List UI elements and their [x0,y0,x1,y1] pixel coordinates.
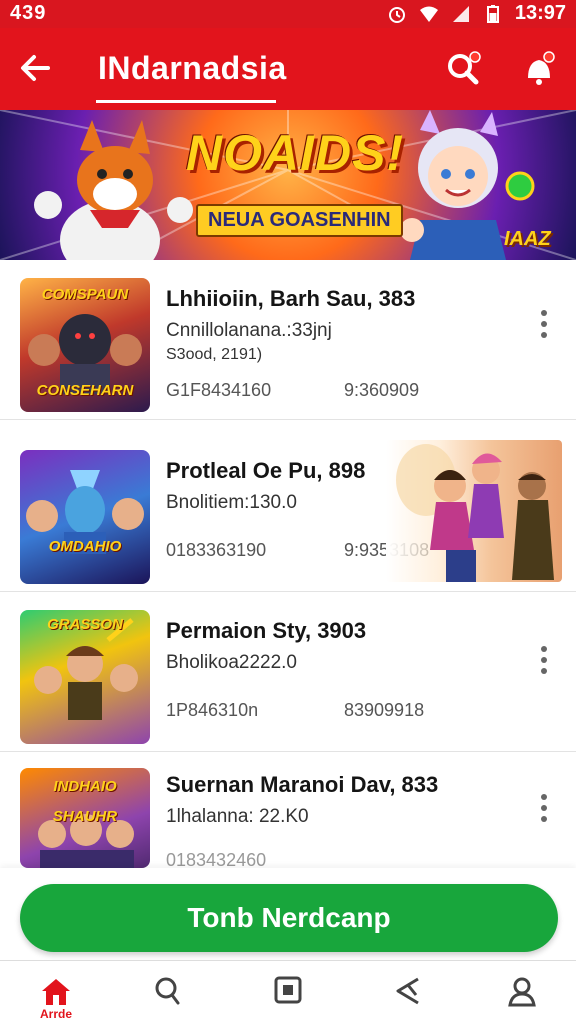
banner-subline: NEUA GOASENHIN [196,204,403,237]
game-title: Permaion Sty, 3903 [166,618,367,643]
thumbnail-title-bottom: SHAUHR [52,808,118,825]
banner-corner-tag: IAAZ [504,228,551,250]
banner-headline: NOAIDS! [186,125,405,181]
game-thumbnail: GRASSON [20,610,150,744]
back-arrow-icon[interactable] [16,48,56,88]
game-subtitle-secondary: S3ood, 2191) [166,346,263,363]
search-icon [155,977,180,1005]
game-title: Protleal Oe Pu, 898 [166,458,366,483]
status-left-text: 439 [10,2,47,24]
status-bar: 439 13:97 [0,0,576,28]
game-thumbnail: COMSPAUN CONSEHARN [20,278,150,412]
game-thumbnail: OMDAHIO [20,450,150,584]
game-subtitle: Bholikoa2222.0 [166,652,297,673]
search-icon[interactable] [442,48,484,90]
list-item[interactable]: INDHAIO SHAUHR Suernan Maranoi Dav, 833 … [0,752,576,868]
nav-home[interactable]: Arrde [16,961,96,1024]
game-meta-right: 83909918 [344,700,425,720]
more-options-icon[interactable] [532,642,556,678]
signal-icon [452,5,469,22]
home-icon [42,979,70,1005]
fox-character [34,120,193,260]
more-options-icon[interactable] [532,306,556,342]
nav-library[interactable] [248,961,328,1024]
thumbnail-title-bottom: CONSEHARN [36,382,134,399]
featured-characters-art [396,444,554,582]
game-subtitle: Cnnillolanana.:33jnj [166,320,332,341]
thumbnail-title-top: COMSPAUN [41,286,129,303]
thumbnail-title-bottom: OMDAHIO [48,538,122,555]
list-item[interactable]: GRASSON Permaion Sty, 3903 Bholikoa2222.… [0,592,576,752]
game-subtitle: Bnolitiem:130.0 [166,492,297,513]
notification-bell-icon[interactable] [518,48,560,90]
promo-banner[interactable]: NOAIDS! NEUA GOASENHIN IAAZ [0,110,576,260]
game-meta-left: 1P846310n [166,700,259,720]
wifi-icon [419,6,438,22]
featured-characters-image [386,440,562,582]
status-clock: 13:97 [514,2,566,24]
more-options-icon[interactable] [532,790,556,826]
game-meta-left: 0183432460 [166,850,267,868]
thumbnail-art [26,470,144,554]
battery-icon [486,4,499,23]
status-icons: 13:97 [387,2,566,25]
app-bar: INdarnadsia [0,28,576,110]
game-meta-right: 9:360909 [344,380,420,400]
game-meta-left: 0183363190 [166,540,267,560]
bottom-navigation: Arrde [0,960,576,1024]
nav-search[interactable] [128,961,208,1024]
page-title: INdarnadsia [98,50,287,86]
title-underline [96,100,276,103]
nav-share[interactable] [368,961,448,1024]
profile-icon [508,977,536,1007]
thumbnail-title-top: GRASSON [47,616,123,633]
game-meta-left: G1F8434160 [166,380,272,400]
share-icon [396,977,419,1005]
primary-action-button[interactable]: Tonb Nerdcanp [20,884,558,952]
alarm-icon [388,6,405,23]
nav-profile[interactable] [482,961,562,1024]
list-item[interactable]: COMSPAUN CONSEHARN Lhhiioiin, Barh Sau, … [0,260,576,420]
cta-container: Tonb Nerdcanp [0,868,576,960]
thumbnail-title-top: INDHAIO [53,778,117,795]
game-thumbnail: INDHAIO SHAUHR [20,768,150,868]
game-subtitle: 1lhalanna: 22.K0 [166,806,309,827]
game-title: Suernan Maranoi Dav, 833 [166,772,439,797]
square-icon [274,976,302,1004]
game-title: Lhhiioiin, Barh Sau, 383 [166,286,416,311]
nav-home-label: Arrde [39,1007,72,1021]
